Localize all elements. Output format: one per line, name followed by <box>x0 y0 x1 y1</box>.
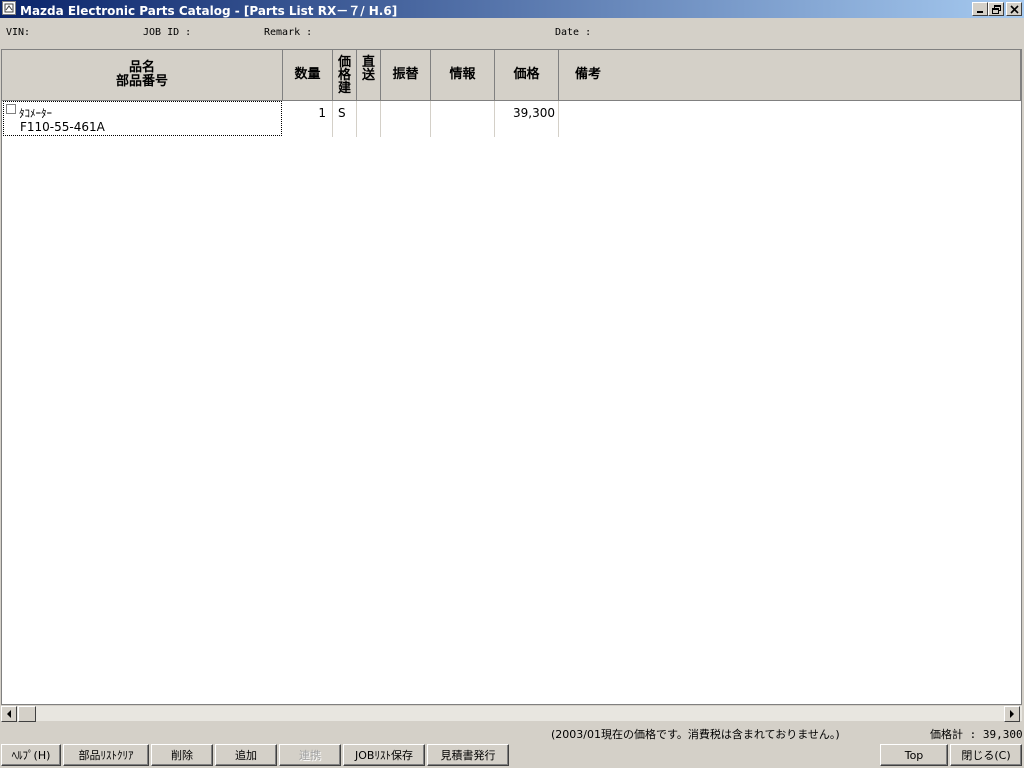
minimize-button[interactable] <box>972 2 988 16</box>
column-header-direct-char: 送 <box>361 68 375 83</box>
column-header-direct[interactable]: 直 送 <box>357 50 381 101</box>
help-button[interactable]: ﾍﾙﾌﾟ(H) <box>1 744 61 766</box>
restore-icon <box>992 5 1001 14</box>
close-window-button[interactable] <box>1006 2 1022 16</box>
window-title: Mazda Electronic Parts Catalog - [Parts … <box>20 4 398 18</box>
row-part-name: ﾀｺﾒｰﾀｰ <box>19 107 52 120</box>
save-job-list-button[interactable]: JOBﾘｽﾄ保存 <box>343 744 425 766</box>
app-icon[interactable] <box>2 1 16 15</box>
column-header-part-number: 部品番号 <box>115 74 168 89</box>
column-header-remarks[interactable]: 備考 <box>559 50 1021 101</box>
row-checkbox[interactable] <box>6 104 16 114</box>
title-bar: Mazda Electronic Parts Catalog - [Parts … <box>0 0 1024 18</box>
scroll-right-button[interactable] <box>1004 706 1020 722</box>
row-price: 39,300 <box>513 106 555 120</box>
column-header-transfer[interactable]: 振替 <box>381 50 431 101</box>
column-header-price-basis-char: 価 <box>337 54 351 70</box>
delete-button[interactable]: 削除 <box>151 744 213 766</box>
clear-parts-list-button[interactable]: 部品ﾘｽﾄｸﾘｱ <box>63 744 149 766</box>
column-divider <box>356 101 357 137</box>
column-divider <box>558 101 559 137</box>
vin-label: VIN: <box>6 27 31 38</box>
job-id-label: JOB ID : <box>143 27 192 38</box>
remark-label: Remark : <box>264 27 313 38</box>
close-icon <box>1010 5 1019 14</box>
row-part-number: F110-55-461A <box>20 120 105 134</box>
info-bar: VIN: JOB ID : Remark : Date : <box>0 18 1024 48</box>
scroll-left-button[interactable] <box>1 706 17 722</box>
row-price-basis: S <box>338 106 346 120</box>
scroll-thumb[interactable] <box>18 706 36 722</box>
horizontal-scrollbar[interactable] <box>1 705 1022 722</box>
column-header-name-line1: 品名 <box>128 60 155 75</box>
arrow-left-icon <box>7 710 11 718</box>
column-header-name[interactable]: 品名 部品番号 <box>2 50 283 101</box>
column-divider <box>332 101 333 137</box>
restore-button[interactable] <box>988 2 1004 16</box>
row-qty: 1 <box>318 106 326 120</box>
column-header-price[interactable]: 価格 <box>495 50 559 101</box>
column-divider <box>380 101 381 137</box>
add-button[interactable]: 追加 <box>215 744 277 766</box>
column-header-price-basis-char: 格 <box>337 67 351 83</box>
column-header-price-basis[interactable]: 価 格 建 <box>333 50 357 101</box>
top-button[interactable]: Top <box>880 744 948 766</box>
price-note: (2003/01現在の価格です。消費税は含まれておりません。) <box>551 728 840 741</box>
issue-quote-button[interactable]: 見積書発行 <box>427 744 509 766</box>
parts-list-grid[interactable]: 品名 部品番号 数量 価 格 建 直 送 振替 情報 価格 備考 ﾀｺﾒｰﾀｰ … <box>1 49 1022 705</box>
close-button[interactable]: 閉じる(C) <box>950 744 1022 766</box>
date-label: Date : <box>555 27 592 38</box>
column-header-qty[interactable]: 数量 <box>283 50 333 101</box>
arrow-right-icon <box>1010 710 1014 718</box>
price-total: 価格計 : 39,300 <box>930 728 1023 741</box>
column-divider <box>430 101 431 137</box>
column-header-info[interactable]: 情報 <box>431 50 495 101</box>
link-button[interactable]: 連携 <box>279 744 341 766</box>
minimize-icon <box>977 11 983 13</box>
column-header-price-basis-char: 建 <box>337 80 351 96</box>
